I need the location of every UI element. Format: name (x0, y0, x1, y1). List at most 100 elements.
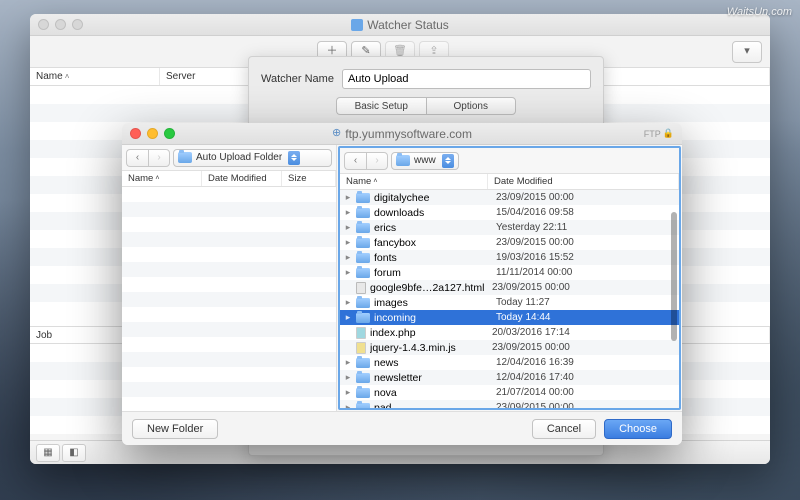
local-file-list[interactable] (122, 187, 336, 411)
sidebar-icon: ◧ (69, 447, 78, 458)
file-date: 20/03/2016 17:14 (492, 327, 679, 338)
dropdown-icon (288, 151, 300, 165)
file-row[interactable]: ▸nova21/07/2014 00:00 (340, 385, 679, 400)
file-row[interactable]: ▸ericsYesterday 22:11 (340, 220, 679, 235)
col-name[interactable]: Name˄ (30, 68, 160, 85)
disclosure-triangle-icon: ▸ (344, 267, 352, 278)
disclosure-triangle-icon: ▸ (344, 372, 352, 383)
file-name: incoming (374, 312, 492, 324)
file-date: 12/04/2016 17:40 (496, 372, 679, 383)
file-row[interactable]: index.php 20/03/2016 17:14 (340, 325, 679, 340)
minimize-dot[interactable] (55, 19, 66, 30)
col-name[interactable]: Name˄ (122, 171, 202, 186)
file-row[interactable]: ▸news12/04/2016 16:39 (340, 355, 679, 370)
js-file-icon (356, 342, 366, 354)
file-date: 11/11/2014 00:00 (496, 267, 679, 278)
dialog-title: ⊕ ftp.yummysoftware.com (122, 127, 682, 141)
filter-icon: ▾ (744, 46, 750, 57)
remote-nav-back-forward[interactable]: ‹ › (344, 152, 388, 170)
file-date: 23/09/2015 00:00 (492, 342, 679, 353)
watcher-name-input[interactable] (342, 69, 591, 89)
folder-icon (356, 373, 370, 383)
back-button[interactable]: ‹ (126, 149, 148, 167)
file-name: jquery-1.4.3.min.js (370, 342, 488, 354)
file-row[interactable]: ▸fonts19/03/2016 15:52 (340, 250, 679, 265)
watermark: WaitsUn.com (727, 6, 792, 18)
remote-columns: Name˄ Date Modified (340, 174, 679, 190)
file-date: Yesterday 22:11 (496, 222, 679, 233)
file-name: fancybox (374, 237, 492, 249)
file-name: forum (374, 267, 492, 279)
file-row[interactable]: ▸digitalychee23/09/2015 00:00 (340, 190, 679, 205)
tab-options[interactable]: Options (426, 97, 517, 115)
file-name: pad (374, 402, 492, 409)
col-date[interactable]: Date Modified (488, 174, 679, 189)
choose-button[interactable]: Choose (604, 419, 672, 439)
file-row[interactable]: ▸downloads15/04/2016 09:58 (340, 205, 679, 220)
folder-icon (178, 152, 192, 163)
sort-asc-icon: ˄ (155, 175, 159, 182)
file-date: 12/04/2016 16:39 (496, 357, 679, 368)
chevron-right-icon: › (157, 152, 160, 163)
disclosure-triangle-icon: ▸ (344, 252, 352, 263)
cancel-button[interactable]: Cancel (532, 419, 596, 439)
remote-file-list[interactable]: ▸digitalychee23/09/2015 00:00 ▸ downloads 1… (340, 190, 679, 408)
titlebar: Watcher Status (30, 14, 770, 36)
filter-button[interactable]: ▾ (732, 41, 762, 63)
folder-icon (356, 193, 370, 203)
folder-icon (356, 223, 370, 233)
html-file-icon (356, 282, 366, 294)
close-dot[interactable] (130, 128, 141, 139)
file-row[interactable]: google9bfe…2a127.html23/09/2015 00:00 (340, 280, 679, 295)
file-date: 23/09/2015 00:00 (496, 402, 679, 408)
tab-basic-setup[interactable]: Basic Setup (336, 97, 426, 115)
disclosure-triangle-icon: ▸ (344, 387, 352, 398)
file-row[interactable]: jquery-1.4.3.min.js 23/09/2015 00:00 (340, 340, 679, 355)
file-name: images (374, 297, 492, 309)
window-title: Watcher Status (30, 18, 770, 32)
col-name[interactable]: Name˄ (340, 174, 488, 189)
file-row[interactable]: ▸pad23/09/2015 00:00 (340, 400, 679, 408)
ftp-browse-dialog: ⊕ ftp.yummysoftware.com FTP🔒 ‹ › Auto Up… (122, 123, 682, 445)
file-date: 19/03/2016 15:52 (496, 252, 679, 263)
scrollbar-thumb[interactable] (671, 212, 677, 341)
file-date: 23/09/2015 00:00 (492, 282, 679, 293)
php-file-icon (356, 327, 366, 339)
back-button[interactable]: ‹ (344, 152, 366, 170)
minimize-dot[interactable] (147, 128, 158, 139)
forward-button[interactable]: › (148, 149, 170, 167)
zoom-dot[interactable] (164, 128, 175, 139)
col-date[interactable]: Date Modified (202, 171, 282, 186)
dropdown-icon (442, 154, 454, 168)
scrollbar[interactable] (671, 212, 677, 396)
forward-button[interactable]: › (366, 152, 388, 170)
file-name: news (374, 357, 492, 369)
file-row[interactable]: ▸imagesToday 11:27 (340, 295, 679, 310)
file-date: 23/09/2015 00:00 (496, 192, 679, 203)
file-name: downloads (374, 207, 492, 219)
window-traffic-lights[interactable] (38, 19, 83, 30)
close-dot[interactable] (38, 19, 49, 30)
file-date: Today 14:44 (496, 312, 679, 323)
sidebar-toggle-button[interactable]: ◧ (62, 444, 86, 462)
folder-icon (356, 313, 370, 323)
col-size[interactable]: Size (282, 171, 336, 186)
file-name: index.php (370, 327, 488, 339)
file-row[interactable]: ▸newsletter12/04/2016 17:40 (340, 370, 679, 385)
dialog-traffic-lights[interactable] (130, 128, 175, 139)
remote-path-popup[interactable]: www (391, 152, 459, 170)
folder-icon (356, 208, 370, 218)
grid-view-button[interactable]: ▦ (36, 444, 60, 462)
file-row[interactable]: ▸fancybox23/09/2015 00:00 (340, 235, 679, 250)
folder-icon (356, 298, 370, 308)
app-icon (351, 19, 363, 31)
file-row[interactable]: ▸incomingToday 14:44 (340, 310, 679, 325)
file-row[interactable]: ▸ forum 11/11/2014 00:00 (340, 265, 679, 280)
file-date: 15/04/2016 09:58 (496, 207, 679, 218)
zoom-dot[interactable] (72, 19, 83, 30)
file-date: 21/07/2014 00:00 (496, 387, 679, 398)
local-nav-back-forward[interactable]: ‹ › (126, 149, 170, 167)
local-path-popup[interactable]: Auto Upload Folder (173, 149, 332, 167)
new-folder-button[interactable]: New Folder (132, 419, 218, 439)
chevron-left-icon: ‹ (136, 152, 139, 163)
